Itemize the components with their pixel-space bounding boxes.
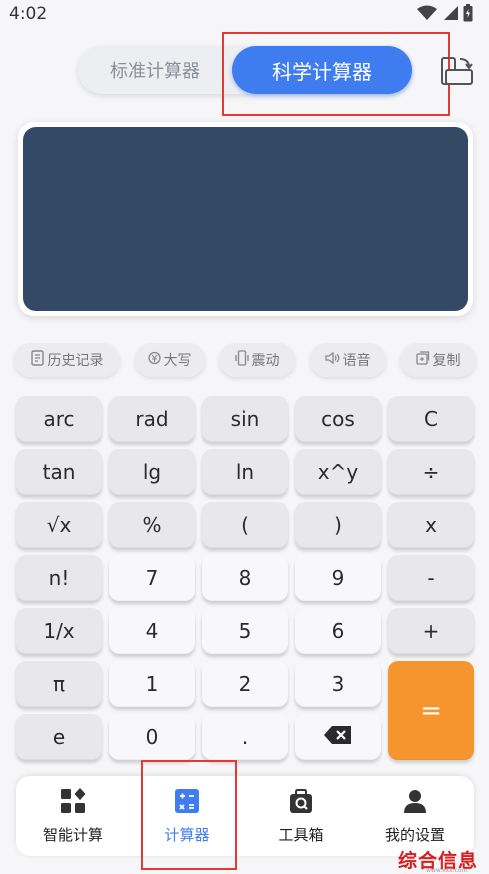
key-minus[interactable]: - (388, 555, 474, 601)
watermark-url: www.xxx.com (426, 867, 468, 874)
nav-item-settings[interactable]: 我的设置 (358, 776, 472, 856)
key-sqrt[interactable]: √x (16, 502, 102, 548)
status-time: 4:02 (9, 4, 48, 24)
key-reciprocal[interactable]: 1/x (16, 608, 102, 654)
nav-item-toolbox[interactable]: 工具箱 (244, 776, 358, 856)
key-9[interactable]: 9 (295, 555, 381, 601)
key-plus[interactable]: + (388, 608, 474, 654)
vibrate-icon (234, 350, 249, 370)
key-divide[interactable]: ÷ (388, 449, 474, 495)
key-6[interactable]: 6 (295, 608, 381, 654)
history-button[interactable]: 历史记录 (14, 343, 120, 377)
key-4[interactable]: 4 (109, 608, 195, 654)
key-1[interactable]: 1 (109, 661, 195, 707)
function-buttons-row: 历史记录 大写 震动 语音 复制 (14, 343, 476, 377)
key-lg[interactable]: lg (109, 449, 195, 495)
key-equals[interactable]: = (388, 661, 474, 760)
signal-icon (442, 5, 458, 21)
toolbox-icon (288, 788, 314, 818)
grid-apps-icon (60, 787, 86, 818)
display-screen (23, 127, 468, 311)
status-icons (417, 4, 473, 22)
person-icon (402, 788, 428, 818)
key-7[interactable]: 7 (109, 555, 195, 601)
key-decimal[interactable]: . (202, 714, 288, 760)
key-arc[interactable]: arc (16, 396, 102, 442)
yuan-icon (147, 351, 161, 369)
battery-icon (463, 4, 473, 22)
key-8[interactable]: 8 (202, 555, 288, 601)
key-2[interactable]: 2 (202, 661, 288, 707)
key-5[interactable]: 5 (202, 608, 288, 654)
key-e[interactable]: e (16, 714, 102, 760)
backspace-icon (323, 725, 353, 750)
highlight-box-calculator (141, 760, 237, 870)
highlight-box-mode (222, 32, 450, 116)
key-3[interactable]: 3 (295, 661, 381, 707)
key-clear[interactable]: C (388, 396, 474, 442)
key-factorial[interactable]: n! (16, 555, 102, 601)
copy-button[interactable]: 复制 (400, 343, 476, 377)
nav-label-toolbox: 工具箱 (278, 825, 324, 844)
key-pi[interactable]: π (16, 661, 102, 707)
nav-label-settings: 我的设置 (384, 825, 445, 844)
rotate-screen-icon (438, 57, 478, 96)
nav-item-smart-calc[interactable]: 智能计算 (16, 776, 130, 856)
tab-standard-calculator[interactable]: 标准计算器 (78, 46, 232, 94)
status-bar: 4:02 (0, 0, 489, 30)
vibrate-button[interactable]: 震动 (219, 343, 295, 377)
key-power[interactable]: x^y (295, 449, 381, 495)
key-sin[interactable]: sin (202, 396, 288, 442)
rotate-screen-button[interactable] (438, 50, 478, 92)
key-close-paren[interactable]: ) (295, 502, 381, 548)
key-rad[interactable]: rad (109, 396, 195, 442)
copy-label: 复制 (432, 353, 461, 369)
bottom-nav: 智能计算 计算器 工具箱 我的设置 (16, 776, 474, 856)
wifi-icon (417, 5, 437, 21)
vibrate-label: 震动 (251, 353, 280, 369)
key-multiply[interactable]: x (388, 502, 474, 548)
key-percent[interactable]: % (109, 502, 195, 548)
copy-icon (415, 351, 430, 369)
key-open-paren[interactable]: ( (202, 502, 288, 548)
display-panel (18, 122, 473, 316)
speaker-icon (324, 351, 340, 369)
history-icon (30, 350, 45, 370)
voice-button[interactable]: 语音 (309, 343, 386, 377)
voice-label: 语音 (342, 353, 371, 369)
key-ln[interactable]: ln (202, 449, 288, 495)
nav-label-smart-calc: 智能计算 (42, 825, 103, 844)
key-0[interactable]: 0 (109, 714, 195, 760)
uppercase-button[interactable]: 大写 (134, 343, 205, 377)
key-tan[interactable]: tan (16, 449, 102, 495)
key-backspace[interactable] (295, 714, 381, 760)
key-cos[interactable]: cos (295, 396, 381, 442)
history-label: 历史记录 (47, 353, 104, 369)
uppercase-label: 大写 (163, 353, 192, 369)
